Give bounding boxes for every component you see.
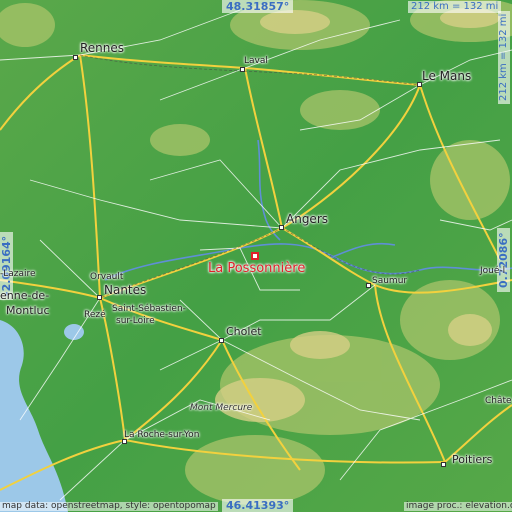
location-marker[interactable]	[251, 252, 259, 260]
east-longitude: 0.72086°	[497, 228, 510, 292]
label-poitiers[interactable]: Poitiers	[452, 454, 492, 465]
label-la-roche[interactable]: La Roche-sur-Yon	[124, 431, 199, 440]
map-canvas[interactable]: 48.31857° 46.41393° -2.09164° 0.72086° 2…	[0, 0, 512, 512]
city-marker-laval	[240, 67, 245, 72]
label-angers[interactable]: Angers	[286, 213, 328, 225]
label-montluc-line1[interactable]: enne-de-	[0, 290, 49, 301]
label-joue[interactable]: Joué-l	[480, 267, 505, 276]
south-latitude: 46.41393°	[222, 499, 294, 512]
city-marker-saumur	[366, 283, 371, 288]
label-laval[interactable]: Laval	[244, 57, 268, 66]
north-latitude: 48.31857°	[222, 0, 294, 13]
label-le-mans[interactable]: Le Mans	[422, 70, 471, 82]
label-orvault[interactable]: Orvault	[90, 273, 123, 282]
credit-left: map data: openstreetmap, style: opentopo…	[0, 501, 218, 511]
city-marker-nantes	[97, 295, 102, 300]
label-rennes[interactable]: Rennes	[80, 42, 124, 54]
scale-vertical: 212 km = 132 mi	[498, 10, 510, 104]
credit-right: image proc.: elevation.city	[404, 502, 512, 511]
label-st-sebastien-line1[interactable]: Saint-Sébastien-	[112, 305, 186, 314]
label-nantes[interactable]: Nantes	[104, 284, 146, 296]
label-chate[interactable]: Châte	[485, 397, 512, 406]
label-cholet[interactable]: Cholet	[226, 326, 262, 337]
label-montluc-line2[interactable]: Montluc	[6, 305, 50, 316]
label-st-sebastien-line2[interactable]: sur-Loire	[116, 317, 155, 326]
city-marker-poitiers	[441, 462, 446, 467]
city-marker-angers	[279, 225, 284, 230]
label-lazaire[interactable]: -Lazaire	[0, 270, 36, 279]
highlight-label[interactable]: La Possonnière	[208, 262, 305, 275]
city-marker-cholet	[219, 338, 224, 343]
label-mont-mercure[interactable]: Mont Mercure	[190, 404, 252, 413]
label-reze[interactable]: Rezé	[84, 311, 106, 320]
scale-horizontal: 212 km = 132 mi	[408, 1, 502, 13]
city-marker-rennes	[73, 55, 78, 60]
label-saumur[interactable]: Saumur	[372, 277, 407, 286]
